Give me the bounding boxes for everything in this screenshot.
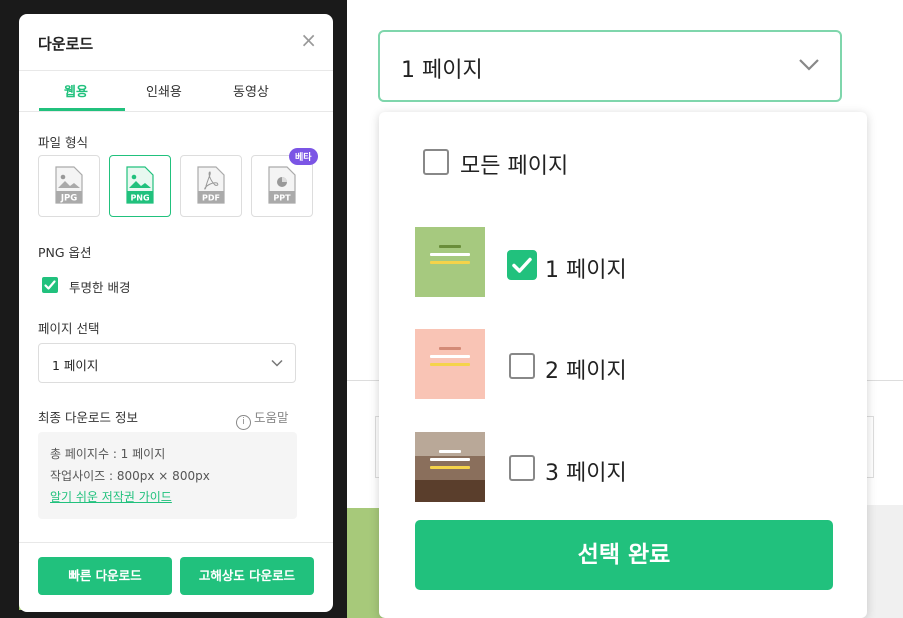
checkmark-icon [44,280,56,290]
quick-download-button[interactable]: 빠른 다운로드 [38,557,172,595]
chevron-down-icon [271,359,283,367]
download-info-box: 총 페이지수 : 1 페이지 작업사이즈 : 800px × 800px 알기 … [38,432,297,519]
background-divider [862,380,903,381]
page-select-menu: 모든 페이지 1 페이지 2 페이지 3 페이지 선택 완료 [379,112,867,618]
info-icon: i [236,415,251,430]
confirm-selection-button[interactable]: 선택 완료 [415,520,833,590]
page-select-dropdown-zoomed[interactable]: 1 페이지 [378,30,842,102]
thumbnail-title-line [439,450,461,453]
thumbnail-title-line [430,355,470,358]
help-link[interactable]: i 도움말 [236,407,289,430]
checkmark-icon [512,257,532,273]
png-file-icon: PNG [126,166,154,204]
format-png-option[interactable]: PNG [109,155,171,217]
pdf-file-icon: PDF [197,166,225,204]
png-options-label: PNG 옵션 [38,245,92,260]
png-format-text: PNG [130,194,149,203]
page-select-dropdown[interactable]: 1 페이지 [38,343,296,383]
jpg-format-text: JPG [60,194,77,204]
page-3-thumbnail [415,432,485,502]
chevron-down-icon [799,59,819,71]
thumbnail-highlight-line [430,466,470,469]
final-info-label: 최종 다운로드 정보 [38,410,138,425]
page-2-thumbnail [415,329,485,399]
all-pages-label: 모든 페이지 [460,154,569,179]
thumbnail-highlight-line [430,261,470,264]
format-jpg-option[interactable]: JPG [38,155,100,217]
page-select-value: 1 페이지 [401,58,483,83]
thumbnail-title-line [439,245,461,248]
format-pdf-option[interactable]: PDF [180,155,242,217]
all-pages-checkbox[interactable] [423,149,449,175]
page-3-label: 3 페이지 [545,461,627,486]
background-gray-block [862,505,903,618]
page-1-thumbnail [415,227,485,297]
zoomed-page-select: 1 페이지 모든 페이지 1 페이지 2 페이지 3 페이지 선택 완료 [347,0,903,618]
thumbnail-title-line [439,347,461,350]
page-3-checkbox[interactable] [509,455,535,481]
page-select-value: 1 페이지 [52,358,99,373]
info-size: 작업사이즈 : 800px × 800px [50,469,210,483]
pdf-format-text: PDF [202,194,220,203]
background-box [867,416,874,478]
file-format-label: 파일 형식 [38,135,88,150]
beta-badge: 베타 [289,148,318,165]
info-total-pages: 총 페이지수 : 1 페이지 [50,447,166,461]
thumbnail-title-line [430,458,470,461]
help-label: 도움말 [254,410,289,425]
page-1-label: 1 페이지 [545,258,627,283]
thumbnail-title-line [430,253,470,256]
tab-print[interactable]: 인쇄용 [146,81,182,100]
tab-video[interactable]: 동영상 [233,81,269,100]
download-tabs: 웹용 인쇄용 동영상 [19,71,333,112]
jpg-file-icon: JPG [55,166,83,204]
ppt-file-icon: PPT [268,166,296,204]
transparent-bg-label: 투명한 배경 [69,280,131,295]
thumbnail-photo-ground [415,480,485,502]
close-icon[interactable]: × [300,28,317,52]
download-panel: 다운로드 × 웹용 인쇄용 동영상 파일 형식 JPG PNG PDF PPT … [19,14,333,612]
transparent-bg-checkbox[interactable] [42,277,58,293]
page-2-checkbox[interactable] [509,353,535,379]
page-2-label: 2 페이지 [545,359,627,384]
panel-header: 다운로드 × [19,14,333,71]
page-select-label: 페이지 선택 [38,321,100,336]
ppt-format-text: PPT [273,194,291,203]
hq-download-button[interactable]: 고해상도 다운로드 [180,557,314,595]
panel-title: 다운로드 [38,35,94,53]
page-1-checkbox[interactable] [507,250,537,280]
active-tab-indicator [39,108,125,111]
copyright-guide-link[interactable]: 알기 쉬운 저작권 가이드 [50,488,172,505]
tab-web[interactable]: 웹용 [64,81,88,100]
footer-divider [19,542,333,543]
thumbnail-highlight-line [430,363,470,366]
